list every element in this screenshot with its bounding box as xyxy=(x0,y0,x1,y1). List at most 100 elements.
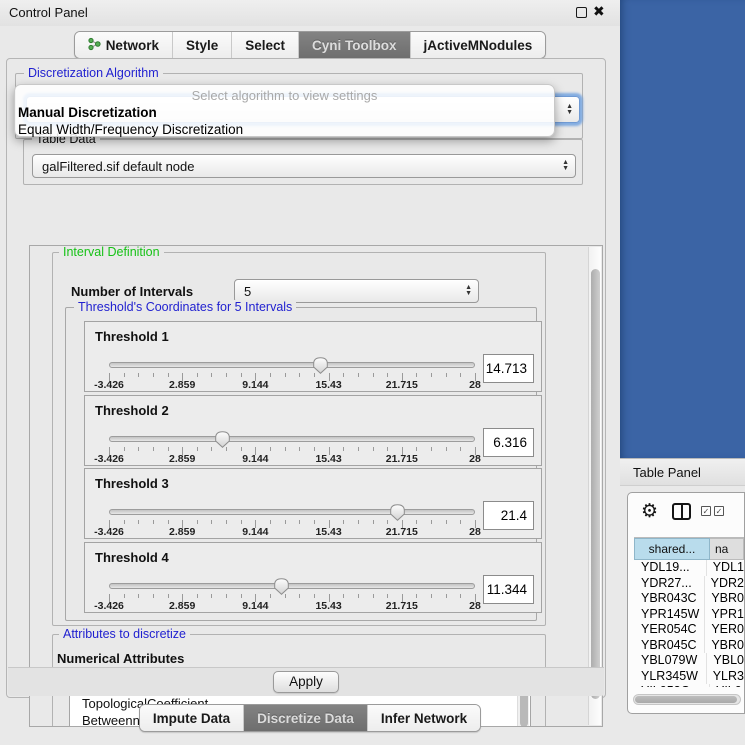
tick-mark xyxy=(314,594,315,598)
tick-mark xyxy=(416,447,417,451)
table-row[interactable]: YBL079WYBL0 xyxy=(634,653,744,669)
checkbox-icon[interactable]: ✓ xyxy=(714,506,724,516)
app-root: { "window": { "title": "Control Panel" }… xyxy=(0,0,745,745)
tick-mark xyxy=(387,447,388,451)
tick-mark xyxy=(270,373,271,377)
tab-discretize-data[interactable]: Discretize Data xyxy=(244,705,368,731)
panel-title: Control Panel xyxy=(9,5,88,20)
float-window-icon[interactable] xyxy=(576,7,587,18)
slider-track[interactable] xyxy=(109,436,475,442)
scale-label: 21.715 xyxy=(386,600,418,612)
dropdown-item[interactable]: Equal Width/Frequency Discretization xyxy=(15,121,554,138)
threshold-value-field[interactable]: 14.713 xyxy=(483,354,534,383)
threshold-panel: Threshold 1-3.4262.8599.14415.4321.71528… xyxy=(84,321,542,392)
table-cell-shared-name: YBL079W xyxy=(634,653,707,669)
table-data-combobox[interactable]: galFiltered.sif default node ▲▼ xyxy=(32,154,576,178)
column-header-name[interactable]: na xyxy=(710,538,744,560)
tab-label: jActiveMNodules xyxy=(424,38,533,53)
table-row[interactable]: YBR043CYBR0 xyxy=(634,591,744,607)
slider-thumb[interactable] xyxy=(313,357,328,374)
table-hscrollbar[interactable] xyxy=(633,694,741,705)
scale-label: 2.859 xyxy=(169,526,195,538)
tick-mark xyxy=(197,447,198,451)
tick-mark xyxy=(285,520,286,524)
table-row[interactable]: YER054CYER0 xyxy=(634,622,744,638)
checkbox-icon[interactable]: ✓ xyxy=(701,506,711,516)
table-row[interactable]: YPR145WYPR1 xyxy=(634,607,744,623)
tick-mark xyxy=(387,373,388,377)
slider-thumb[interactable] xyxy=(390,504,405,521)
tick-mark xyxy=(241,594,242,598)
control-panel-titlebar: Control Panel ✖ xyxy=(0,0,620,26)
tick-mark xyxy=(358,520,359,524)
panel-footer: Apply xyxy=(8,667,604,696)
gear-icon[interactable]: ⚙ xyxy=(641,500,658,523)
network-icon xyxy=(88,37,101,54)
threshold-label: Threshold 4 xyxy=(95,550,169,565)
split-view-icon[interactable] xyxy=(672,503,691,520)
scale-label: 21.715 xyxy=(386,526,418,538)
table-data-combo-value: galFiltered.sif default node xyxy=(42,159,194,174)
tick-mark xyxy=(138,373,139,377)
table-data-group: Table Data galFiltered.sif default node … xyxy=(23,139,583,185)
close-icon[interactable]: ✖ xyxy=(593,3,605,20)
numerical-attributes-title: Numerical Attributes xyxy=(57,651,184,666)
tick-mark xyxy=(168,594,169,598)
tick-mark xyxy=(138,447,139,451)
threshold-value-field[interactable]: 6.316 xyxy=(483,428,534,457)
table-cell-name: YBL0 xyxy=(707,653,744,669)
slider-thumb[interactable] xyxy=(274,578,289,595)
tab-network[interactable]: Network xyxy=(75,32,173,58)
threshold-value-field[interactable]: 21.4 xyxy=(483,501,534,530)
column-header-shared-name[interactable]: shared... xyxy=(634,538,710,560)
settings-scrollbar[interactable] xyxy=(588,247,601,725)
scale-label: 15.43 xyxy=(315,453,341,465)
tick-mark xyxy=(226,447,227,451)
num-intervals-label: Number of Intervals xyxy=(71,284,193,299)
tab-jactivemnodules[interactable]: jActiveMNodules xyxy=(411,32,546,58)
scale-label: -3.426 xyxy=(94,526,124,538)
tab-style[interactable]: Style xyxy=(173,32,232,58)
top-tab-set: NetworkStyleSelect Cyni Toolbox jActiveMNo… xyxy=(74,31,547,59)
table-row[interactable]: YBR045CYBR0 xyxy=(634,638,744,654)
tick-mark xyxy=(460,373,461,377)
num-intervals-value: 5 xyxy=(244,284,251,299)
threshold-label: Threshold 2 xyxy=(95,403,169,418)
tab-label: Cyni Toolbox xyxy=(312,38,397,53)
tab-select[interactable]: Select xyxy=(232,32,299,58)
tick-mark xyxy=(314,520,315,524)
tick-mark xyxy=(153,520,154,524)
tab-cyni-toolbox[interactable]: Cyni Toolbox xyxy=(299,32,411,58)
apply-button[interactable]: Apply xyxy=(273,671,339,693)
table-cell-shared-name: YER054C xyxy=(634,622,705,638)
threshold-value-field[interactable]: 11.344 xyxy=(483,575,534,604)
tick-mark xyxy=(211,520,212,524)
tab-infer-network[interactable]: Infer Network xyxy=(368,705,480,731)
table-hscrollbar-thumb[interactable] xyxy=(635,696,737,703)
tick-mark xyxy=(460,520,461,524)
tick-mark xyxy=(431,594,432,598)
tick-mark xyxy=(343,447,344,451)
tab-label: Impute Data xyxy=(153,711,230,726)
scale-label: -3.426 xyxy=(94,453,124,465)
slider-track[interactable] xyxy=(109,583,475,589)
scale-label: 21.715 xyxy=(386,379,418,391)
scale-label: 15.43 xyxy=(315,379,341,391)
slider-track[interactable] xyxy=(109,362,475,368)
settings-scrollbar-thumb[interactable] xyxy=(591,269,600,699)
tick-mark xyxy=(446,447,447,451)
tab-impute-data[interactable]: Impute Data xyxy=(140,705,244,731)
table-row[interactable]: YLR345WYLR3 xyxy=(634,669,744,685)
dropdown-item[interactable]: Manual Discretization xyxy=(15,104,554,121)
table-row[interactable]: YDL19...YDL1 xyxy=(634,560,744,576)
dropdown-placeholder: Select algorithm to view settings xyxy=(15,87,554,104)
slider-thumb[interactable] xyxy=(215,431,230,448)
tick-mark xyxy=(416,594,417,598)
tick-mark xyxy=(168,373,169,377)
slider-track[interactable] xyxy=(109,509,475,515)
tick-mark xyxy=(387,520,388,524)
table-cell-name: YDR2 xyxy=(705,576,744,592)
table-row[interactable]: YIL052CYIL0 xyxy=(634,684,744,687)
scale-label: -3.426 xyxy=(94,379,124,391)
table-row[interactable]: YDR27...YDR2 xyxy=(634,576,744,592)
